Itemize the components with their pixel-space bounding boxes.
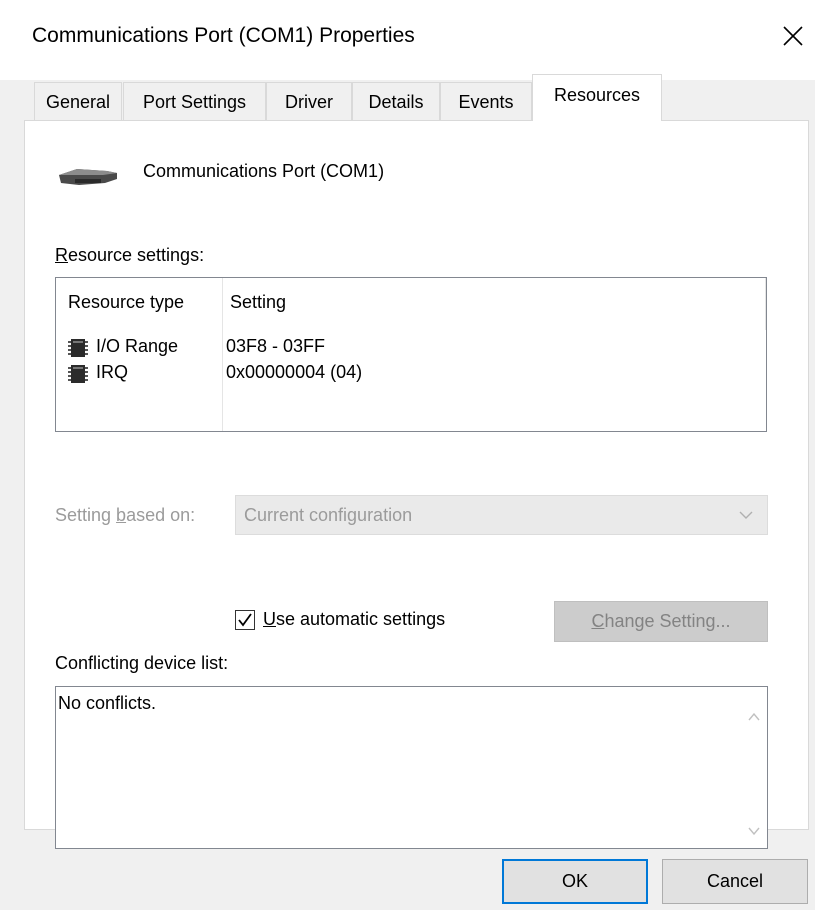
title-bar: Communications Port (COM1) Properties bbox=[0, 0, 815, 80]
change-setting-button[interactable]: Change Setting... bbox=[554, 601, 768, 642]
conflicting-device-list-label: Conflicting device list: bbox=[55, 653, 229, 673]
vertical-scrollbar[interactable] bbox=[741, 687, 767, 848]
tab-resources[interactable]: Resources bbox=[532, 74, 662, 121]
tab-details[interactable]: Details bbox=[352, 82, 440, 120]
resource-type: IRQ bbox=[96, 362, 129, 382]
resource-type: I/O Range bbox=[96, 336, 179, 356]
resources-panel: Communications Port (COM1) Resource sett… bbox=[24, 120, 809, 849]
resource-setting: 0x00000004 (04) bbox=[226, 362, 363, 382]
checkmark-icon bbox=[238, 613, 252, 627]
chip-icon bbox=[68, 339, 88, 357]
setting-based-on-value: Current configuration bbox=[244, 505, 413, 525]
tab-general[interactable]: General bbox=[34, 82, 122, 120]
serial-port-icon bbox=[59, 169, 117, 185]
chevron-down-icon bbox=[739, 511, 753, 519]
scroll-up-icon[interactable] bbox=[748, 713, 760, 721]
cancel-button[interactable]: Cancel bbox=[662, 859, 808, 904]
use-automatic-settings-checkbox[interactable] bbox=[235, 610, 255, 630]
column-header-setting[interactable]: Setting bbox=[230, 292, 286, 313]
resource-setting: 03F8 - 03FF bbox=[226, 336, 326, 356]
tab-port-settings[interactable]: Port Settings bbox=[123, 82, 266, 120]
resource-settings-list[interactable]: Resource type Setting I/O Range 03F8 - 0… bbox=[55, 277, 767, 432]
close-button[interactable] bbox=[770, 14, 815, 62]
tab-driver[interactable]: Driver bbox=[266, 82, 352, 120]
use-automatic-settings-label[interactable]: Use automatic settings bbox=[263, 609, 445, 630]
tab-events[interactable]: Events bbox=[440, 82, 532, 120]
close-icon bbox=[783, 26, 803, 46]
setting-based-on-label: Setting based on: bbox=[55, 505, 196, 525]
column-header-resource-type[interactable]: Resource type bbox=[68, 292, 184, 313]
column-divider bbox=[222, 278, 223, 431]
dialog-body: General Port Settings Driver Details Eve… bbox=[0, 74, 815, 910]
setting-based-on-select[interactable]: Current configuration bbox=[235, 495, 768, 535]
resource-settings-label: Resource settings: bbox=[55, 245, 205, 265]
column-divider-right bbox=[765, 278, 766, 330]
device-name: Communications Port (COM1) bbox=[143, 161, 385, 181]
window-title: Communications Port (COM1) Properties bbox=[32, 24, 415, 47]
chip-icon bbox=[68, 365, 88, 383]
scroll-down-icon[interactable] bbox=[748, 827, 760, 835]
conflicts-text: No conflicts. bbox=[58, 693, 157, 713]
conflicting-device-list[interactable]: No conflicts. bbox=[55, 686, 768, 849]
ok-button[interactable]: OK bbox=[502, 859, 648, 904]
